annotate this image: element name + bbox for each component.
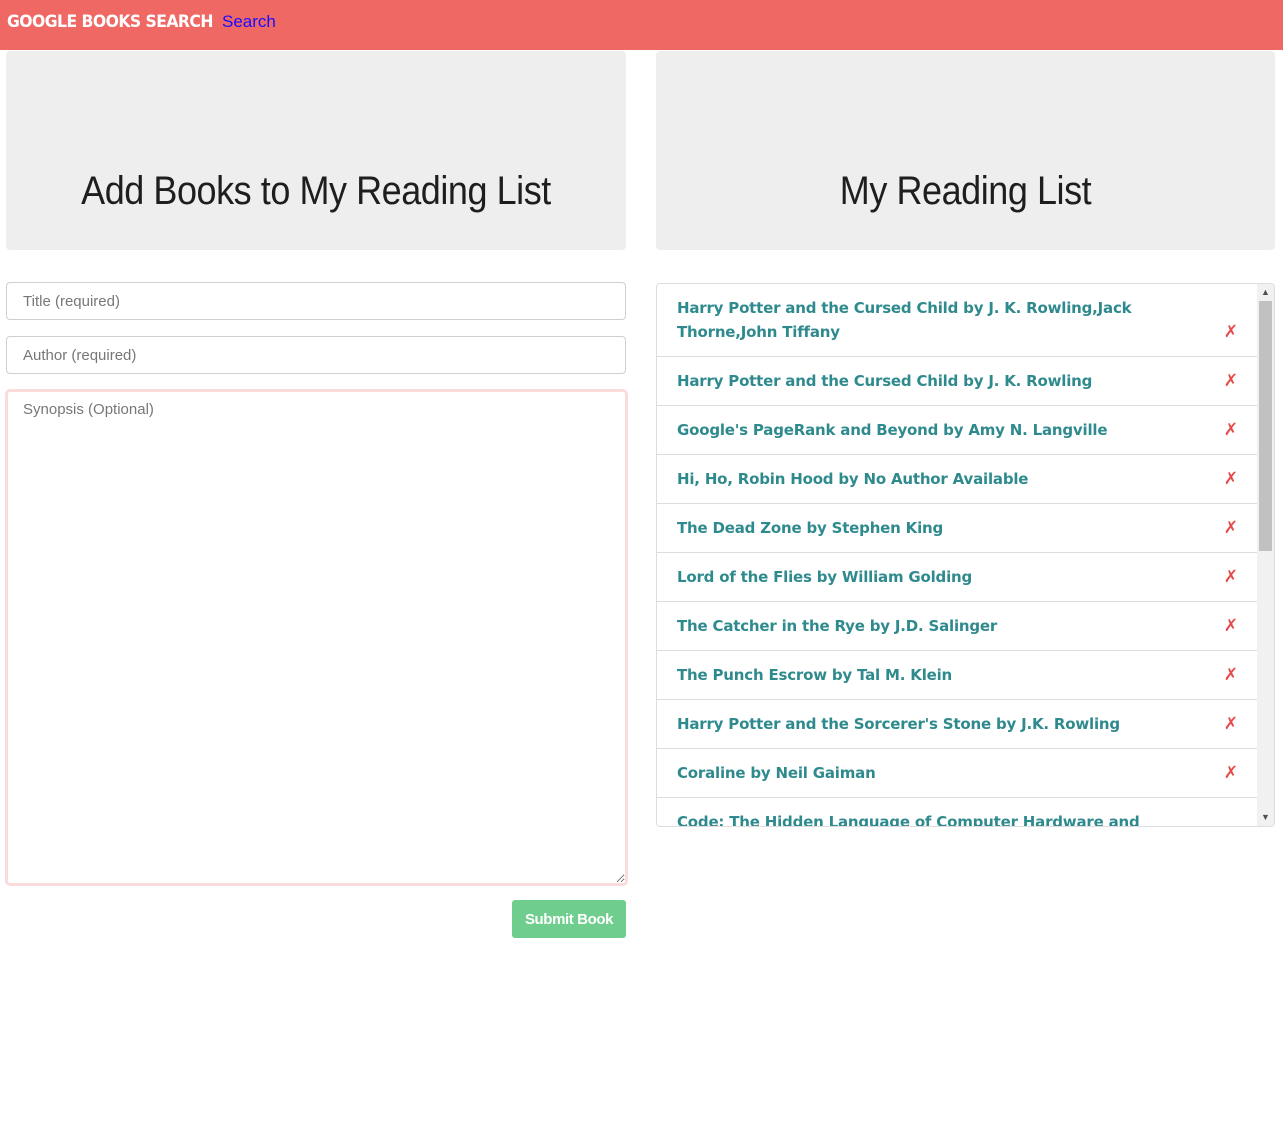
add-books-heading: Add Books to My Reading List xyxy=(81,169,551,213)
reading-list-jumbotron: My Reading List xyxy=(656,51,1275,250)
book-title-author[interactable]: Google's PageRank and Beyond by Amy N. L… xyxy=(677,418,1108,442)
delete-x-icon[interactable]: ✗ xyxy=(1224,467,1238,491)
delete-x-icon[interactable]: ✗ xyxy=(1224,761,1238,785)
reading-list-scrollbar[interactable]: ▲ ▼ xyxy=(1257,284,1274,826)
list-item: Code: The Hidden Language of Computer Ha… xyxy=(657,798,1258,826)
book-title-author[interactable]: Hi, Ho, Robin Hood by No Author Availabl… xyxy=(677,467,1028,491)
reading-list-items: Harry Potter and the Cursed Child by J. … xyxy=(657,284,1258,826)
delete-x-icon[interactable]: ✗ xyxy=(1224,565,1238,589)
title-input[interactable] xyxy=(6,282,626,320)
list-item: Hi, Ho, Robin Hood by No Author Availabl… xyxy=(657,455,1258,504)
book-title-author[interactable]: Harry Potter and the Cursed Child by J. … xyxy=(677,296,1198,344)
delete-x-icon[interactable]: ✗ xyxy=(1224,516,1238,540)
book-title-author[interactable]: Lord of the Flies by William Golding xyxy=(677,565,972,589)
book-title-author[interactable]: Harry Potter and the Cursed Child by J. … xyxy=(677,369,1092,393)
nav-link-search[interactable]: Search xyxy=(222,12,276,32)
book-title-author[interactable]: Harry Potter and the Sorcerer's Stone by… xyxy=(677,712,1120,736)
synopsis-textarea[interactable] xyxy=(5,389,628,886)
add-books-jumbotron: Add Books to My Reading List xyxy=(6,51,626,250)
book-title-author[interactable]: The Catcher in the Rye by J.D. Salinger xyxy=(677,614,997,638)
navbar: GOOGLE BOOKS SEARCH Search xyxy=(0,0,1283,50)
reading-list-panel: Harry Potter and the Cursed Child by J. … xyxy=(656,283,1275,827)
book-title-author[interactable]: The Punch Escrow by Tal M. Klein xyxy=(677,663,952,687)
delete-x-icon[interactable]: ✗ xyxy=(1224,614,1238,638)
reading-list-heading: My Reading List xyxy=(839,169,1092,213)
list-item: The Catcher in the Rye by J.D. Salinger ✗ xyxy=(657,602,1258,651)
submit-book-button[interactable]: Submit Book xyxy=(512,900,626,938)
delete-x-icon[interactable]: ✗ xyxy=(1224,320,1238,344)
scroll-up-arrow-icon[interactable]: ▲ xyxy=(1257,284,1274,301)
book-title-author[interactable]: The Dead Zone by Stephen King xyxy=(677,516,943,540)
scroll-down-arrow-icon[interactable]: ▼ xyxy=(1257,809,1274,826)
delete-x-icon[interactable]: ✗ xyxy=(1224,712,1238,736)
list-item: Coraline by Neil Gaiman ✗ xyxy=(657,749,1258,798)
list-item: Harry Potter and the Sorcerer's Stone by… xyxy=(657,700,1258,749)
delete-x-icon[interactable]: ✗ xyxy=(1224,418,1238,442)
delete-x-icon[interactable]: ✗ xyxy=(1224,663,1238,687)
author-input[interactable] xyxy=(6,336,626,374)
list-item: The Punch Escrow by Tal M. Klein ✗ xyxy=(657,651,1258,700)
list-item: Google's PageRank and Beyond by Amy N. L… xyxy=(657,406,1258,455)
brand-title[interactable]: GOOGLE BOOKS SEARCH xyxy=(7,12,213,32)
list-item: Harry Potter and the Cursed Child by J. … xyxy=(657,284,1258,357)
scroll-thumb[interactable] xyxy=(1259,301,1272,551)
list-item: Lord of the Flies by William Golding ✗ xyxy=(657,553,1258,602)
list-item: Harry Potter and the Cursed Child by J. … xyxy=(657,357,1258,406)
delete-x-icon[interactable]: ✗ xyxy=(1224,369,1238,393)
book-title-author[interactable]: Code: The Hidden Language of Computer Ha… xyxy=(677,810,1198,826)
list-item: The Dead Zone by Stephen King ✗ xyxy=(657,504,1258,553)
book-title-author[interactable]: Coraline by Neil Gaiman xyxy=(677,761,876,785)
